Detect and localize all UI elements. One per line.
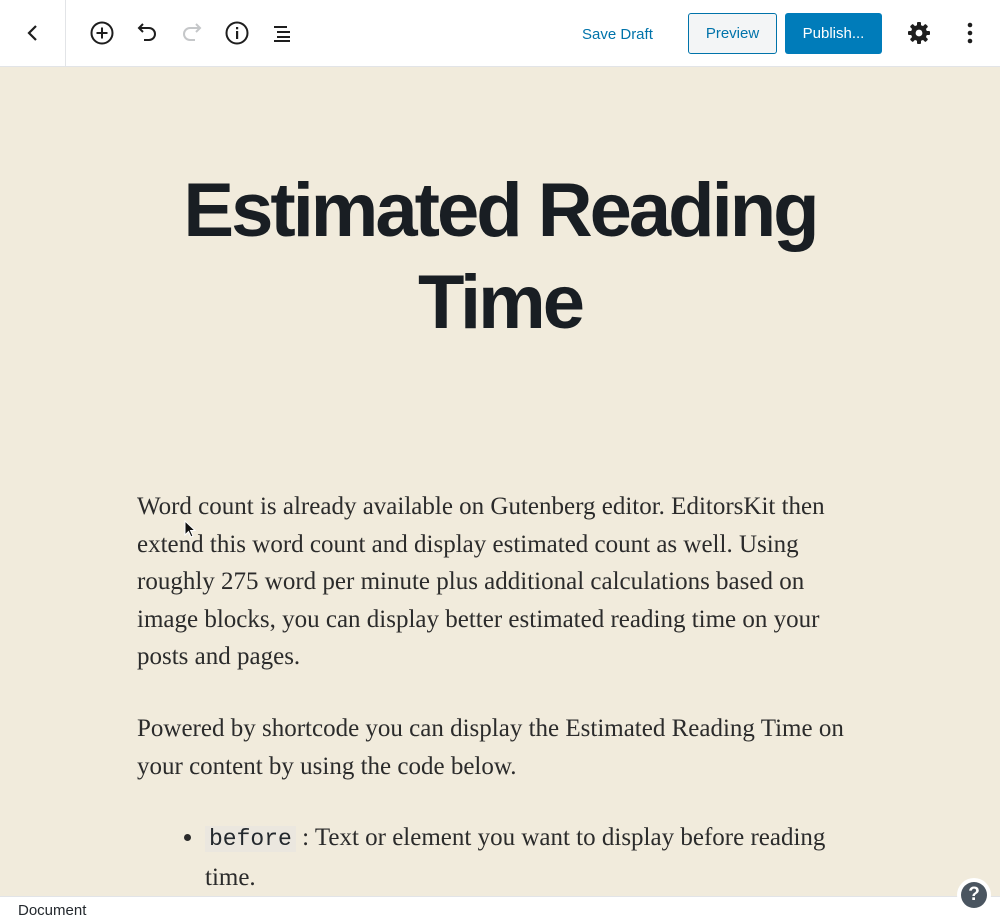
kebab-menu-icon: [967, 22, 973, 44]
paragraph-block[interactable]: Powered by shortcode you can display the…: [137, 710, 857, 785]
list-item-text: : Text or element you want to display be…: [205, 824, 826, 891]
content-info-button[interactable]: [221, 17, 253, 49]
paragraph-block[interactable]: Word count is already available on Guten…: [137, 488, 857, 676]
help-button[interactable]: ?: [957, 878, 991, 912]
list-item: before : Text or element you want to dis…: [205, 819, 857, 896]
preview-button[interactable]: Preview: [688, 13, 777, 54]
inline-code: before: [205, 826, 296, 853]
add-block-button[interactable]: [86, 17, 118, 49]
list-block[interactable]: before : Text or element you want to dis…: [137, 819, 857, 896]
editor-toolbar: Save Draft Preview Publish...: [0, 0, 1000, 67]
back-button[interactable]: [0, 0, 66, 66]
redo-button[interactable]: [176, 17, 208, 49]
post-title[interactable]: Estimated Reading Time: [100, 165, 900, 349]
post-content: Word count is already available on Guten…: [137, 488, 857, 896]
plus-circle-icon: [90, 21, 114, 45]
gear-icon: [908, 22, 930, 44]
undo-button[interactable]: [131, 17, 163, 49]
publish-button[interactable]: Publish...: [785, 13, 882, 54]
undo-icon: [137, 23, 156, 41]
block-navigation-button[interactable]: [266, 17, 298, 49]
settings-button[interactable]: [903, 17, 935, 49]
breadcrumb[interactable]: Document: [18, 902, 86, 919]
status-bar: Document: [0, 896, 1000, 922]
redo-icon: [183, 23, 202, 41]
info-icon: [225, 21, 249, 45]
chevron-left-icon: [26, 25, 37, 41]
list-icon: [274, 26, 290, 42]
mouse-pointer-icon: [184, 520, 197, 538]
help-icon: ?: [961, 882, 987, 908]
save-draft-button[interactable]: Save Draft: [572, 18, 663, 50]
more-options-button[interactable]: [954, 17, 986, 49]
